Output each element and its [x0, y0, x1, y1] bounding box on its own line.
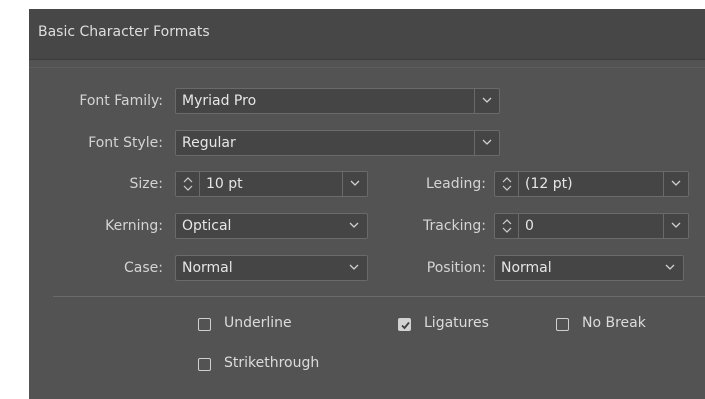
- leading-label: Leading:: [426, 176, 486, 192]
- basic-character-formats-panel: Basic Character Formats Font Family: Myr…: [29, 9, 705, 399]
- ligatures-label[interactable]: Ligatures: [424, 315, 489, 331]
- chevron-down-icon[interactable]: [342, 256, 367, 280]
- font-style-value: Regular: [182, 135, 236, 151]
- chevron-down-icon[interactable]: [474, 89, 499, 113]
- chevron-down-icon[interactable]: [474, 131, 499, 155]
- font-family-select[interactable]: Myriad Pro: [175, 88, 500, 114]
- kerning-select[interactable]: Optical: [175, 213, 368, 239]
- position-select[interactable]: Normal: [494, 255, 684, 281]
- stepper-arrows-icon[interactable]: [495, 214, 519, 238]
- underline-checkbox[interactable]: [198, 318, 211, 331]
- no-break-label[interactable]: No Break: [582, 315, 646, 331]
- leading-value: (12 pt): [525, 176, 573, 192]
- chevron-down-icon[interactable]: [663, 172, 688, 196]
- chevron-down-icon[interactable]: [342, 214, 367, 238]
- kerning-value: Optical: [182, 218, 232, 234]
- kerning-label: Kerning:: [105, 218, 163, 234]
- size-combobox[interactable]: 10 pt: [175, 171, 368, 197]
- chevron-down-icon[interactable]: [342, 172, 367, 196]
- case-select[interactable]: Normal: [175, 255, 368, 281]
- size-value: 10 pt: [206, 176, 243, 192]
- underline-label[interactable]: Underline: [224, 315, 292, 331]
- chevron-down-icon[interactable]: [658, 256, 683, 280]
- position-value: Normal: [501, 260, 552, 276]
- checkmark-icon: [401, 321, 410, 330]
- tracking-label: Tracking:: [423, 218, 486, 234]
- stepper-arrows-icon[interactable]: [495, 172, 519, 196]
- font-family-label: Font Family:: [79, 93, 163, 109]
- font-style-label: Font Style:: [88, 135, 163, 151]
- stepper-arrows-icon[interactable]: [176, 172, 200, 196]
- font-family-value: Myriad Pro: [182, 93, 257, 109]
- case-value: Normal: [182, 260, 233, 276]
- section-divider: [53, 296, 705, 297]
- strikethrough-label[interactable]: Strikethrough: [224, 355, 319, 371]
- strikethrough-checkbox[interactable]: [198, 358, 211, 371]
- panel-title: Basic Character Formats: [38, 24, 210, 40]
- size-label: Size:: [129, 176, 163, 192]
- panel-body: Font Family: Myriad Pro Font Style: Regu…: [29, 67, 705, 399]
- chevron-down-icon[interactable]: [663, 214, 688, 238]
- font-style-select[interactable]: Regular: [175, 130, 500, 156]
- leading-combobox[interactable]: (12 pt): [494, 171, 689, 197]
- tracking-value: 0: [525, 218, 534, 234]
- case-label: Case:: [124, 260, 163, 276]
- ligatures-checkbox[interactable]: [398, 318, 411, 331]
- panel-header: Basic Character Formats: [29, 9, 705, 60]
- position-label: Position:: [426, 260, 486, 276]
- tracking-combobox[interactable]: 0: [494, 213, 689, 239]
- no-break-checkbox[interactable]: [556, 318, 569, 331]
